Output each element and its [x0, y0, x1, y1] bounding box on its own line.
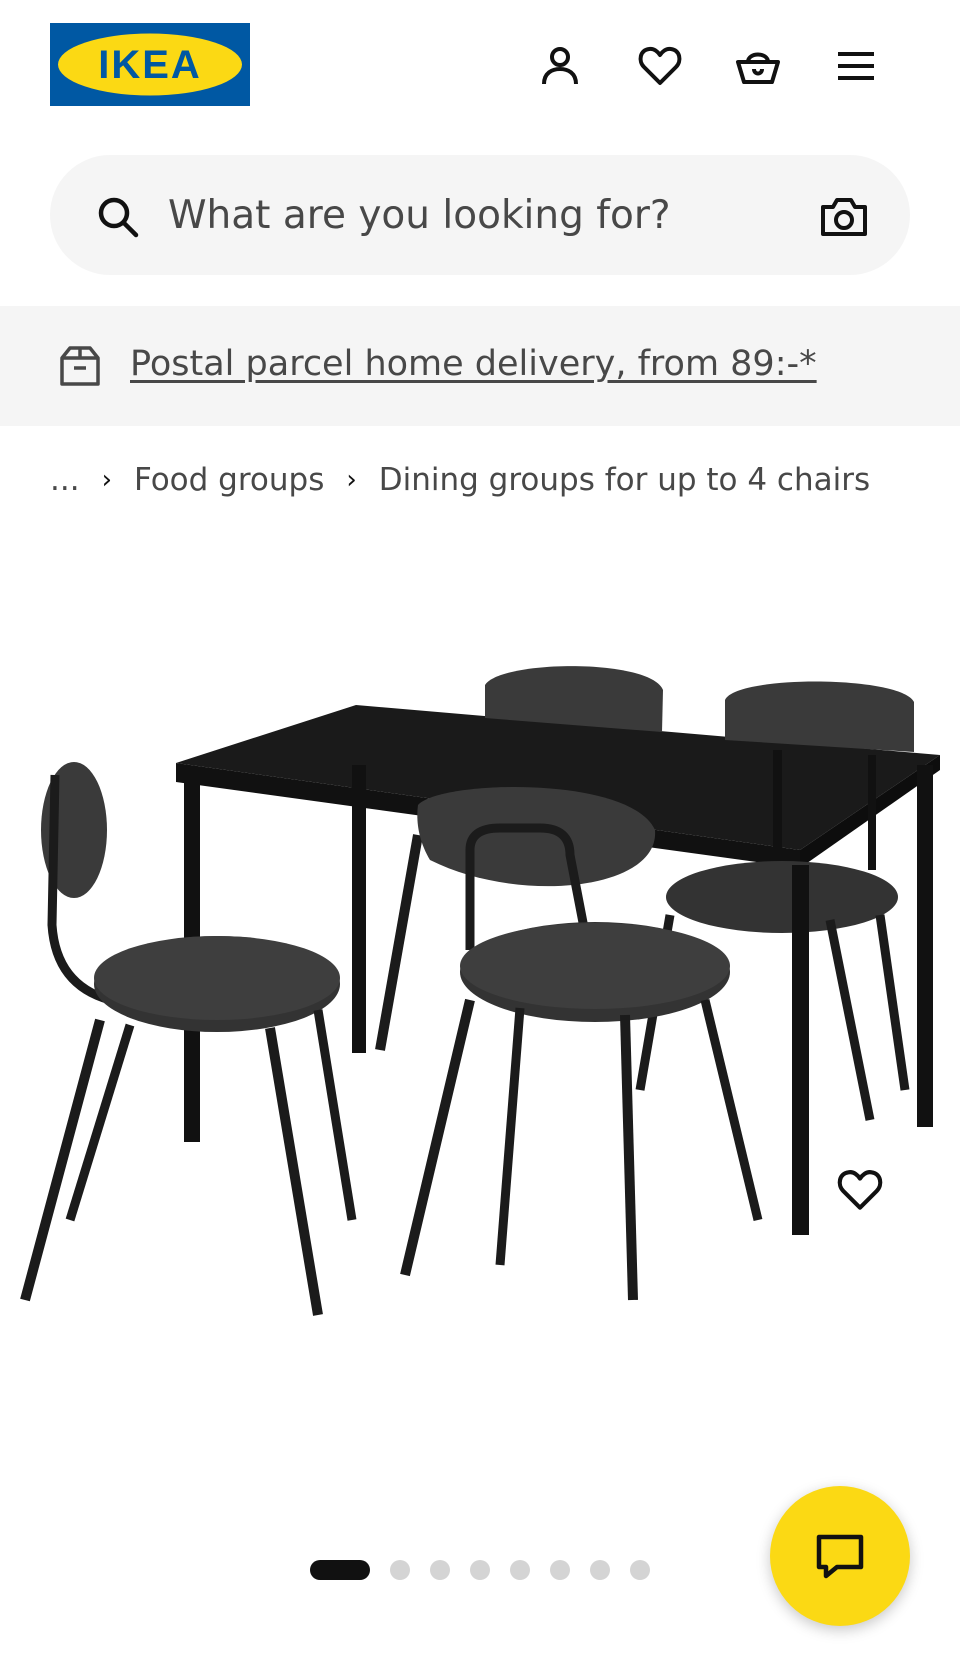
menu-icon: [838, 52, 874, 80]
logo-text: IKEA: [98, 43, 202, 87]
search-icon: [98, 197, 139, 238]
gallery-dot-4[interactable]: [470, 1560, 490, 1580]
camera-icon[interactable]: [818, 191, 870, 243]
gallery-dot-3[interactable]: [430, 1560, 450, 1580]
search-input[interactable]: [168, 179, 728, 251]
person-icon: [542, 47, 578, 85]
heart-icon: [638, 46, 682, 85]
account-button[interactable]: [532, 38, 588, 94]
basket-button[interactable]: [730, 38, 786, 94]
breadcrumb-item-dining-groups[interactable]: Dining groups for up to 4 chairs: [379, 462, 870, 498]
favourites-button[interactable]: [632, 38, 688, 94]
gallery-pagination: [310, 1558, 670, 1582]
header: IKEA: [0, 0, 960, 140]
gallery-dot-6[interactable]: [550, 1560, 570, 1580]
gallery-dot-8[interactable]: [630, 1560, 650, 1580]
delivery-banner: Postal parcel home delivery, from 89:-*: [0, 306, 960, 426]
delivery-link[interactable]: Postal parcel home delivery, from 89:-*: [130, 344, 817, 384]
product-image[interactable]: [0, 530, 960, 1530]
delivery-box-icon: [60, 346, 100, 386]
heart-icon: [837, 1170, 883, 1210]
gallery-dot-2[interactable]: [390, 1560, 410, 1580]
breadcrumb: ... › Food groups › Dining groups for up…: [50, 460, 870, 500]
gallery-dot-1[interactable]: [310, 1560, 370, 1580]
basket-icon: [736, 52, 780, 84]
chat-button[interactable]: [770, 1486, 910, 1626]
breadcrumb-item-food-groups[interactable]: Food groups: [134, 462, 324, 498]
breadcrumb-ellipsis[interactable]: ...: [50, 462, 80, 498]
chevron-right-icon: ›: [346, 465, 357, 495]
chevron-right-icon: ›: [101, 465, 112, 495]
menu-button[interactable]: [828, 38, 884, 94]
chat-icon: [816, 1534, 864, 1579]
gallery-dot-7[interactable]: [590, 1560, 610, 1580]
save-to-favourites-button[interactable]: [830, 1160, 890, 1220]
gallery-dot-5[interactable]: [510, 1560, 530, 1580]
search-bar[interactable]: [50, 155, 910, 275]
ikea-logo[interactable]: IKEA: [50, 23, 250, 106]
